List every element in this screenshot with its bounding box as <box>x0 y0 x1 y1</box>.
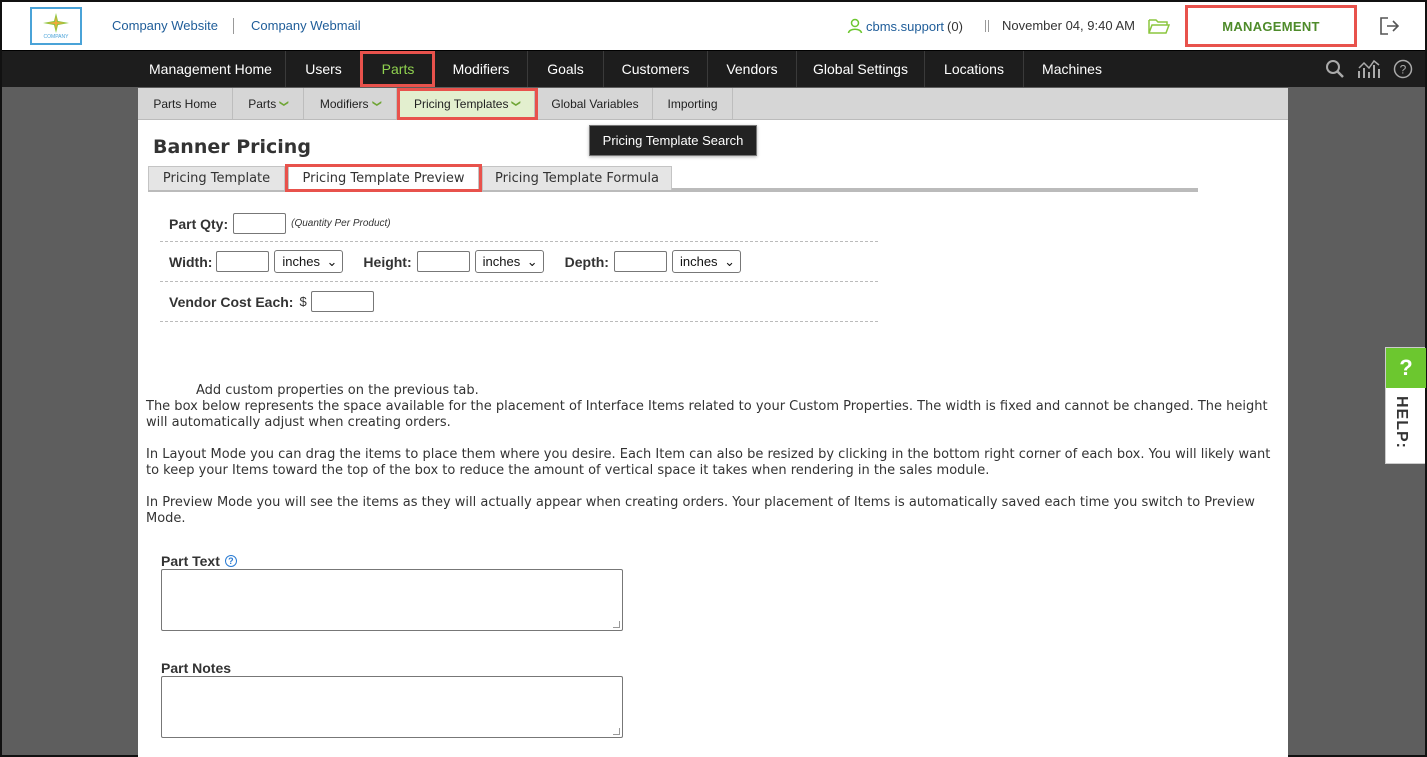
chevron-down-icon: ❯ <box>279 99 290 108</box>
nav-modifiers[interactable]: Modifiers <box>435 51 528 87</box>
subnav-label: Global Variables <box>551 96 639 111</box>
nav-tools: ? <box>1325 59 1413 79</box>
height-unit-select[interactable]: inches ⌄ <box>474 250 544 273</box>
nav-locations[interactable]: Locations <box>925 51 1024 87</box>
vendor-cost-input[interactable] <box>310 291 374 312</box>
height-label: Height: <box>363 253 412 270</box>
instruction-paragraph: In Preview Mode you will see the items a… <box>146 495 1255 526</box>
subnav-parts-home[interactable]: Parts Home <box>138 88 233 119</box>
subnav-importing[interactable]: Importing <box>653 88 733 119</box>
vendor-cost-label: Vendor Cost Each: <box>169 293 294 310</box>
part-notes-textarea[interactable] <box>161 676 623 738</box>
nav-customers[interactable]: Customers <box>604 51 708 87</box>
management-button[interactable]: MANAGEMENT <box>1185 5 1357 47</box>
nav-goals[interactable]: Goals <box>528 51 604 87</box>
vendor-cost-row: Vendor Cost Each: $ <box>160 282 878 322</box>
instructions: Add custom properties on the previous ta… <box>146 383 1281 543</box>
depth-label: Depth: <box>564 253 609 270</box>
top-header: COMPANY Company Website Company Webmail … <box>2 2 1425 50</box>
highlight-box <box>285 164 482 192</box>
content-panel: Parts Home Parts ❯ Modifiers ❯ Pricing Tem… <box>138 88 1288 757</box>
help-label: HELP: <box>1393 396 1410 449</box>
nav-machines[interactable]: Machines <box>1024 51 1120 87</box>
part-qty-input[interactable] <box>233 213 287 234</box>
user-icon <box>847 18 863 34</box>
datetime: November 04, 9:40 AM <box>1002 18 1135 33</box>
subnav-label: Modifiers <box>319 96 369 111</box>
width-unit-value: inches <box>282 254 320 269</box>
subnav-label: Importing <box>667 96 718 111</box>
width-label: Width: <box>169 253 213 270</box>
depth-input[interactable] <box>613 251 667 272</box>
main-nav: Management Home Users Parts Modifiers Go… <box>2 50 1425 87</box>
help-question-icon: ? <box>1386 348 1426 388</box>
help-widget[interactable]: ? HELP: <box>1385 347 1426 464</box>
width-input[interactable] <box>216 251 270 272</box>
part-text-textarea[interactable] <box>161 569 623 631</box>
part-notes-label-text: Part Notes <box>161 660 232 676</box>
nav-vendors[interactable]: Vendors <box>708 51 797 87</box>
logo-icon <box>43 13 69 33</box>
subnav-label: Parts Home <box>153 96 217 111</box>
divider <box>985 20 989 32</box>
height-input[interactable] <box>416 251 470 272</box>
part-text-label: Part Text ? <box>161 553 237 569</box>
page-title: Banner Pricing <box>153 136 311 158</box>
subnav-parts[interactable]: Parts ❯ <box>233 88 304 119</box>
company-website-link[interactable]: Company Website <box>112 18 218 33</box>
part-qty-label: Part Qty: <box>169 215 229 232</box>
part-text-label-text: Part Text <box>161 553 220 569</box>
currency-symbol: $ <box>299 294 307 309</box>
analytics-icon[interactable] <box>1357 59 1381 79</box>
subnav-label: Parts <box>248 96 277 111</box>
depth-unit-select[interactable]: inches ⌄ <box>671 250 741 273</box>
user-count: (0) <box>947 18 963 34</box>
instruction-paragraph: In Layout Mode you can drag the items to… <box>146 447 1271 478</box>
tab-bar: Pricing Template Pricing Template Previe… <box>148 164 1198 192</box>
help-circle-icon[interactable]: ? <box>1393 59 1413 79</box>
depth-unit-value: inches <box>679 254 718 269</box>
nav-management-home[interactable]: Management Home <box>136 51 286 87</box>
svg-text:?: ? <box>1400 63 1407 77</box>
nav-global-settings[interactable]: Global Settings <box>797 51 925 87</box>
nav-users[interactable]: Users <box>286 51 362 87</box>
logo-text: COMPANY <box>43 34 69 40</box>
user-name: cbms.support <box>866 18 945 34</box>
dimensions-row: Width: inches ⌄ Height: inches ⌄ Depth: in… <box>160 242 878 282</box>
tab-pricing-template-formula[interactable]: Pricing Template Formula <box>482 166 672 190</box>
company-logo[interactable]: COMPANY <box>30 7 82 45</box>
instruction-paragraph: The box below represents the space avail… <box>146 399 1268 430</box>
search-icon[interactable] <box>1325 59 1345 79</box>
instruction-line: Add custom properties on the previous ta… <box>196 383 479 398</box>
divider <box>233 18 234 34</box>
company-webmail-link[interactable]: Company Webmail <box>251 18 361 33</box>
chevron-down-icon: ❯ <box>371 99 382 108</box>
user-account[interactable]: cbms.support (0) <box>847 18 963 34</box>
height-unit-value: inches <box>482 254 521 269</box>
logout-icon[interactable] <box>1379 16 1401 36</box>
subnav-modifiers[interactable]: Modifiers ❯ <box>304 88 397 119</box>
part-qty-note: (Quantity Per Product) <box>291 218 391 229</box>
width-unit-select[interactable]: inches ⌄ <box>274 250 344 273</box>
chevron-down-icon: ⌄ <box>724 253 735 269</box>
tab-pricing-template[interactable]: Pricing Template <box>148 166 285 190</box>
highlight-box <box>397 88 538 120</box>
highlight-box <box>360 51 435 87</box>
chevron-down-icon: ⌄ <box>526 253 538 269</box>
sub-nav: Parts Home Parts ❯ Modifiers ❯ Pricing Tem… <box>138 88 1288 120</box>
info-icon[interactable]: ? <box>224 555 237 567</box>
chevron-down-icon: ⌄ <box>326 253 338 269</box>
part-notes-label: Part Notes <box>161 660 231 676</box>
pricing-template-search-item[interactable]: Pricing Template Search <box>589 125 757 156</box>
subnav-global-variables[interactable]: Global Variables <box>538 88 653 119</box>
folder-icon[interactable] <box>1148 17 1170 35</box>
dimensions-form: Part Qty: (Quantity Per Product) Width: … <box>160 206 878 322</box>
part-qty-row: Part Qty: (Quantity Per Product) <box>160 206 878 242</box>
